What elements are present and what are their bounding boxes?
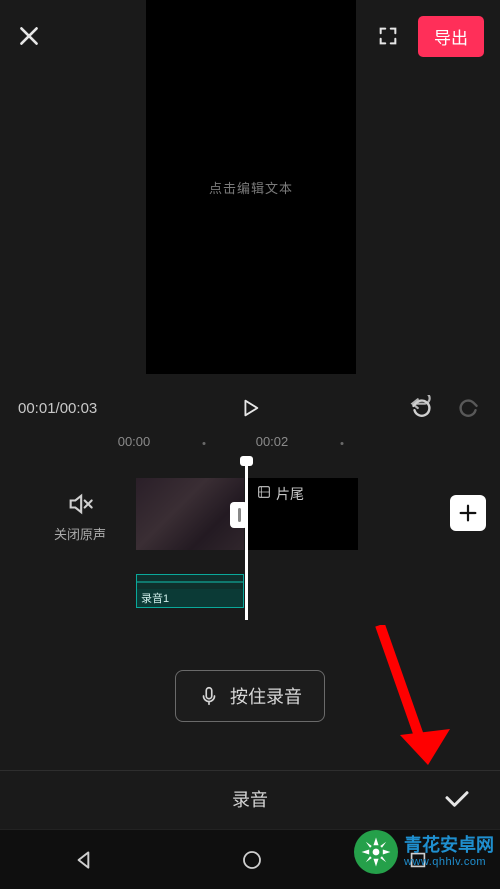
tail-clip[interactable]: 片尾 (248, 478, 358, 550)
current-time: 00:01 (18, 400, 56, 417)
plus-icon (457, 502, 479, 524)
watermark-logo-icon (354, 830, 398, 874)
nav-back-button[interactable] (71, 847, 97, 873)
timeline-playhead[interactable] (245, 460, 248, 620)
ruler-tick (341, 442, 344, 445)
preview-placeholder-text: 点击编辑文本 (209, 178, 293, 197)
redo-icon (456, 395, 482, 421)
circle-home-icon (240, 848, 264, 872)
redo-button[interactable] (456, 395, 482, 421)
video-clip[interactable] (136, 478, 244, 550)
undo-button[interactable] (408, 395, 434, 421)
nav-home-button[interactable] (240, 848, 264, 872)
editor-topbar: 导出 (0, 0, 500, 72)
microphone-icon (198, 685, 220, 707)
panel-title: 录音 (232, 786, 268, 812)
audio-clip-label: 录音1 (137, 589, 243, 607)
check-icon (442, 784, 472, 814)
triangle-back-icon (71, 847, 97, 873)
close-icon (16, 23, 42, 49)
watermark-name: 青花安卓网 (404, 836, 494, 856)
undo-icon (408, 395, 434, 421)
ruler-mark: 00:02 (256, 434, 289, 449)
playback-bar: 00:01/00:03 (0, 388, 500, 428)
timeline-ruler: 00:00 00:02 (0, 434, 500, 458)
timeline[interactable]: 关闭原声 片尾 录音1 (0, 460, 500, 620)
watermark-domain: www.qhhlv.com (404, 856, 494, 868)
play-button[interactable] (239, 397, 261, 419)
close-button[interactable] (16, 23, 42, 49)
record-button-label: 按住录音 (230, 683, 302, 709)
speaker-muted-icon (66, 490, 94, 518)
expand-icon (377, 25, 399, 47)
annotation-arrow (370, 625, 480, 785)
tail-clip-icon (256, 484, 272, 500)
time-display: 00:01/00:03 (18, 400, 97, 417)
hold-to-record-button[interactable]: 按住录音 (175, 670, 325, 722)
timeline-tracks[interactable]: 片尾 录音1 (136, 478, 456, 608)
ruler-mark: 00:00 (118, 434, 151, 449)
add-clip-button[interactable] (450, 495, 486, 531)
play-icon (239, 397, 261, 419)
mute-original-sound-button[interactable]: 关闭原声 (44, 490, 116, 543)
watermark: 青花安卓网 www.qhhlv.com (354, 830, 494, 874)
ruler-tick (203, 442, 206, 445)
fullscreen-button[interactable] (376, 24, 400, 48)
export-button[interactable]: 导出 (418, 16, 484, 57)
panel-titlebar: 录音 (0, 770, 500, 826)
tail-clip-label: 片尾 (276, 484, 304, 504)
audio-waveform (137, 575, 243, 589)
audio-clip[interactable]: 录音1 (136, 574, 244, 608)
confirm-button[interactable] (442, 784, 472, 814)
total-time: 00:03 (60, 400, 98, 417)
mute-label: 关闭原声 (44, 524, 116, 543)
